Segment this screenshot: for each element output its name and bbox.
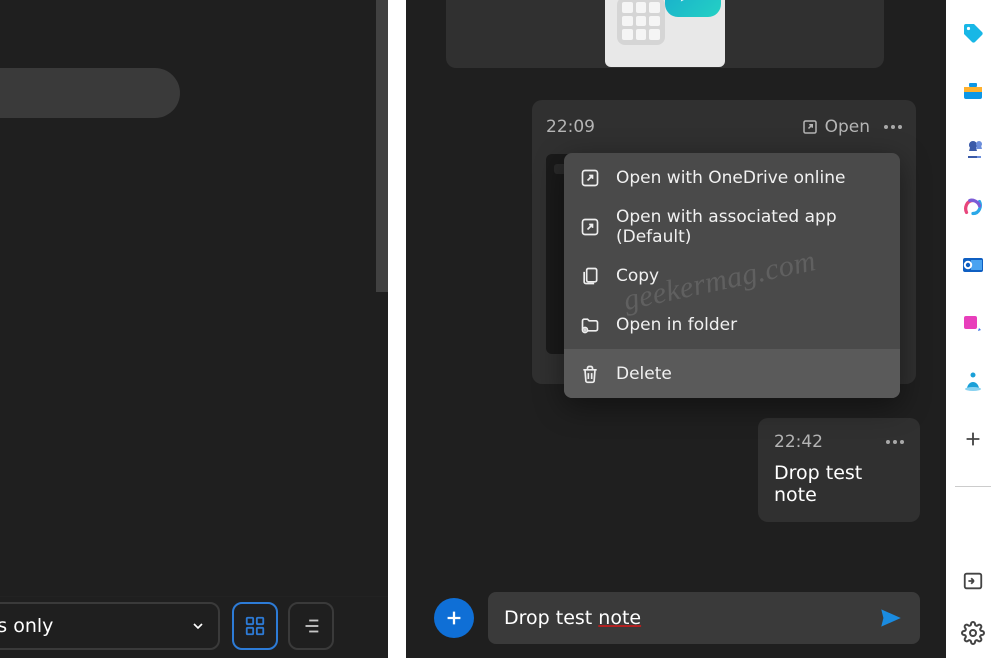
ctx-label: Copy xyxy=(616,266,659,286)
file-time: 22:09 xyxy=(546,117,801,137)
plus-icon xyxy=(962,428,984,450)
send-app-icon xyxy=(665,0,721,17)
chess-icon[interactable] xyxy=(960,136,986,162)
ctx-copy[interactable]: Copy xyxy=(564,251,900,300)
list-view-button[interactable] xyxy=(288,602,334,650)
main-chat-area: 22:09 Open Open with OneDrive online Ope… xyxy=(406,0,946,658)
right-sidebar xyxy=(946,0,1000,658)
left-bottom-bar: is only xyxy=(0,596,388,658)
filter-label: is only xyxy=(0,615,53,637)
ctx-open-folder[interactable]: Open in folder xyxy=(564,300,900,349)
tag-icon[interactable] xyxy=(960,20,986,46)
divider-gap xyxy=(388,0,406,658)
ctx-label: Open with associated app (Default) xyxy=(616,207,884,247)
meditation-icon[interactable] xyxy=(960,368,986,394)
note-more-button[interactable] xyxy=(886,440,904,444)
copilot-icon[interactable] xyxy=(960,194,986,220)
add-sidebar-item[interactable] xyxy=(960,426,986,452)
add-button[interactable] xyxy=(434,598,474,638)
settings-button[interactable] xyxy=(960,620,986,646)
scrollbar[interactable] xyxy=(376,0,388,292)
ctx-open-onedrive[interactable]: Open with OneDrive online xyxy=(564,153,900,202)
panel-icon xyxy=(962,570,984,592)
more-button[interactable] xyxy=(884,125,902,129)
ctx-delete[interactable]: Delete xyxy=(564,349,900,398)
compose-bar: Drop test note xyxy=(434,592,920,644)
apps-grid-icon xyxy=(617,0,665,45)
clip-icon[interactable] xyxy=(960,310,986,336)
compose-input[interactable]: Drop test note xyxy=(488,592,920,644)
plus-icon xyxy=(443,607,465,629)
external-link-icon xyxy=(580,217,600,237)
copy-icon xyxy=(580,266,600,286)
ctx-label: Open with OneDrive online xyxy=(616,168,845,188)
panel-toggle-button[interactable] xyxy=(960,568,986,594)
ctx-label: Open in folder xyxy=(616,315,737,335)
trash-icon xyxy=(580,364,600,384)
compose-text: Drop test note xyxy=(504,607,641,629)
left-pill-item[interactable] xyxy=(0,68,180,118)
ctx-open-default[interactable]: Open with associated app (Default) xyxy=(564,202,900,251)
send-button[interactable] xyxy=(878,605,904,631)
left-content xyxy=(0,0,388,596)
open-label: Open xyxy=(825,117,870,137)
ctx-label: Delete xyxy=(616,364,672,384)
send-icon xyxy=(878,605,904,631)
filter-select[interactable]: is only xyxy=(0,602,220,650)
image-card[interactable] xyxy=(446,0,884,68)
image-thumbnail xyxy=(605,0,725,67)
outlook-icon[interactable] xyxy=(960,252,986,278)
settings-icon xyxy=(961,621,985,645)
folder-open-icon xyxy=(580,315,600,335)
sidebar-separator xyxy=(955,486,991,487)
grid-view-button[interactable] xyxy=(232,602,278,650)
note-card: 22:42 Drop test note xyxy=(758,418,920,522)
chevron-down-icon xyxy=(190,618,206,634)
open-button[interactable]: Open xyxy=(801,117,870,137)
left-panel: is only xyxy=(0,0,388,658)
context-menu: Open with OneDrive online Open with asso… xyxy=(564,153,900,398)
toolbox-icon[interactable] xyxy=(960,78,986,104)
note-text: Drop test note xyxy=(774,462,904,506)
external-link-icon xyxy=(580,168,600,188)
note-time: 22:42 xyxy=(774,432,823,452)
